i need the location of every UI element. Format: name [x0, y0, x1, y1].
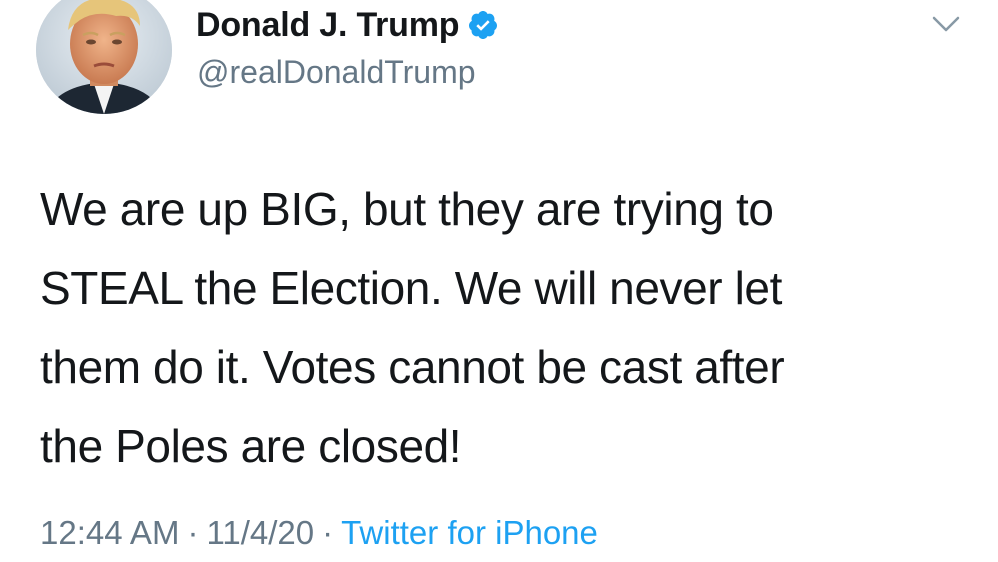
tweet-text-line: the Poles are closed! [40, 420, 462, 472]
verified-badge-icon [467, 9, 499, 41]
tweet-source-link[interactable]: Twitter for iPhone [341, 514, 598, 551]
tweet-time[interactable]: 12:44 AM [40, 514, 179, 551]
chevron-down-icon[interactable] [931, 14, 961, 34]
tweet-date[interactable]: 11/4/20 [206, 514, 314, 551]
author-handle[interactable]: @realDonaldTrump [197, 54, 476, 91]
avatar[interactable] [36, 0, 172, 114]
tweet-text-line: STEAL the Election. We will never let [40, 262, 782, 314]
display-name[interactable]: Donald J. Trump [196, 6, 460, 45]
tweet-text: We are up BIG, but they are trying to ST… [40, 170, 940, 486]
tweet-text-line: them do it. Votes cannot be cast after [40, 341, 785, 393]
tweet-card: Donald J. Trump @realDonaldTrump We are … [0, 0, 998, 562]
meta-separator: · [322, 514, 334, 551]
tweet-text-line: We are up BIG, but they are trying to [40, 183, 774, 235]
profile-photo [36, 0, 172, 114]
meta-separator: · [187, 514, 199, 551]
author-name-row[interactable]: Donald J. Trump [196, 2, 499, 48]
tweet-metadata: 12:44 AM · 11/4/20 · Twitter for iPhone [40, 514, 598, 552]
